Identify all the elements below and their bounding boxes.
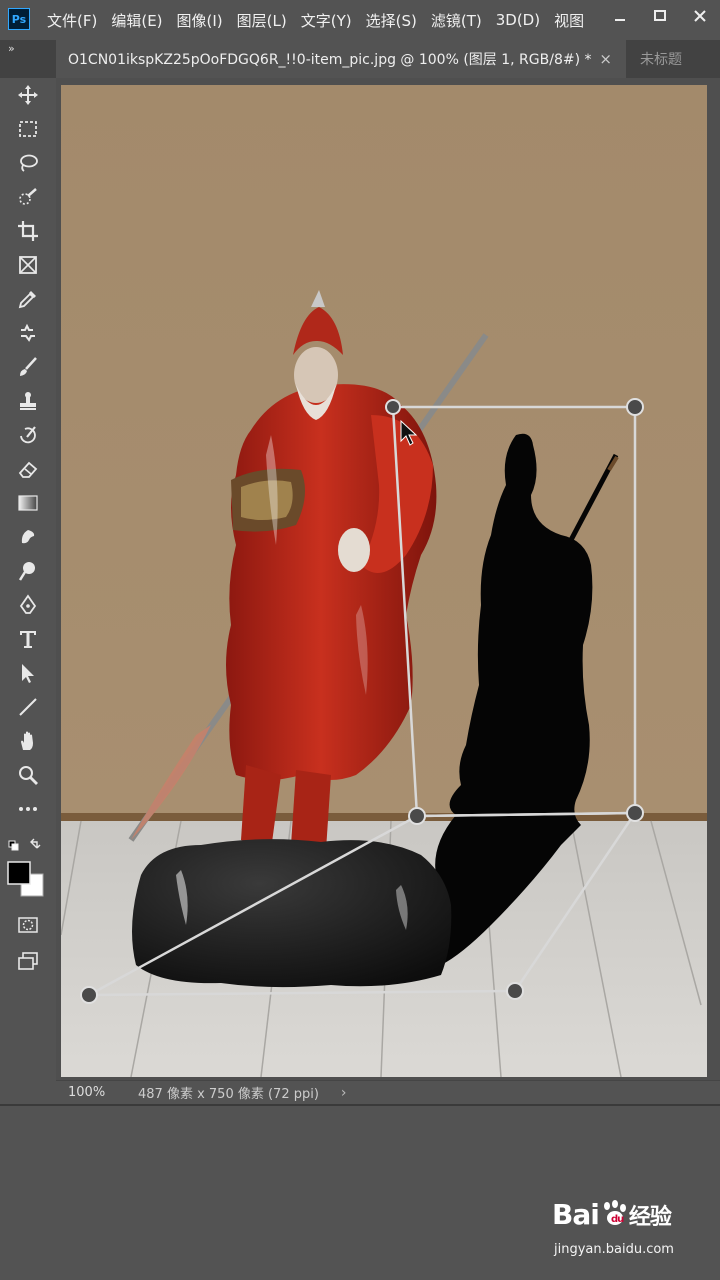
eraser-icon <box>18 461 38 478</box>
menu-filter[interactable]: 滤镜(T) <box>424 10 489 31</box>
menu-bar: Ps 文件(F) 编辑(E) 图像(I) 图层(L) 文字(Y) 选择(S) 滤… <box>0 0 720 40</box>
document-tab-title: O1CN01ikspKZ25pOoFDGQ6R_!!0-item_pic.jpg… <box>68 52 592 68</box>
active-document-tab[interactable]: O1CN01ikspKZ25pOoFDGQ6R_!!0-item_pic.jpg… <box>56 40 626 78</box>
brush-icon <box>20 357 37 376</box>
color-swatches <box>4 838 52 908</box>
ellipsis-icon <box>19 807 37 811</box>
blur-tool[interactable] <box>12 522 44 552</box>
quick-mask-icon <box>18 917 38 933</box>
move-icon <box>18 85 38 105</box>
zoom-icon <box>19 766 38 785</box>
gradient-icon <box>18 495 38 511</box>
healing-tool[interactable] <box>12 318 44 348</box>
baidu-jingyan-watermark: Bai du 经验 jingyan.baidu.com <box>552 1198 712 1268</box>
zoom-level[interactable]: 100% <box>68 1085 130 1100</box>
history-brush-icon <box>20 426 36 444</box>
healing-icon <box>21 323 35 342</box>
status-bar: 100% 487 像素 x 750 像素 (72 ppi) › <box>56 1080 720 1104</box>
watermark-logo: Bai du 经验 <box>552 1198 672 1231</box>
path-select-tool[interactable] <box>12 658 44 688</box>
window-controls <box>600 0 720 32</box>
document-tab-bar: » O1CN01ikspKZ25pOoFDGQ6R_!!0-item_pic.j… <box>0 40 720 78</box>
arrow-icon <box>22 664 34 683</box>
zoom-tool[interactable] <box>12 760 44 790</box>
paw-icon: du <box>603 1200 626 1225</box>
pen-icon <box>19 594 37 614</box>
screen-mode-tool[interactable] <box>12 946 44 976</box>
quick-select-icon <box>19 188 37 205</box>
quick-mask-tool[interactable] <box>12 910 44 940</box>
photoshop-logo: Ps <box>8 8 30 30</box>
brush-tool[interactable] <box>12 352 44 382</box>
hand-tool[interactable] <box>12 726 44 756</box>
type-icon <box>20 631 36 648</box>
watermark-url: jingyan.baidu.com <box>554 1242 674 1257</box>
crop-icon <box>18 221 38 241</box>
menu-file[interactable]: 文件(F) <box>40 10 104 31</box>
menu-3d[interactable]: 3D(D) <box>489 11 547 29</box>
stamp-tool[interactable] <box>12 386 44 416</box>
document-info: 487 像素 x 750 像素 (72 ppi) <box>138 1087 319 1102</box>
menu-layer[interactable]: 图层(L) <box>230 10 294 31</box>
menu-select[interactable]: 选择(S) <box>359 10 424 31</box>
pen-tool[interactable] <box>12 590 44 620</box>
transform-handle[interactable] <box>626 804 644 822</box>
canvas-image[interactable] <box>61 85 707 1077</box>
marquee-icon <box>19 121 37 137</box>
eyedropper-icon <box>18 291 36 309</box>
gradient-tool[interactable] <box>12 488 44 518</box>
more-tools[interactable] <box>12 794 44 824</box>
menu-type[interactable]: 文字(Y) <box>294 10 359 31</box>
close-window-button[interactable] <box>680 0 720 32</box>
line-icon <box>19 698 37 716</box>
eyedropper-tool[interactable] <box>12 284 44 314</box>
document-canvas[interactable] <box>61 85 707 1077</box>
smudge-icon <box>21 530 35 544</box>
stamp-icon <box>20 392 36 410</box>
menu-image[interactable]: 图像(I) <box>170 10 230 31</box>
lasso-icon <box>20 154 38 172</box>
maximize-button[interactable] <box>640 0 680 32</box>
hand-icon <box>21 731 33 750</box>
photoshop-window: Ps 文件(F) 编辑(E) 图像(I) 图层(L) 文字(Y) 选择(S) 滤… <box>0 0 720 1280</box>
menu-view[interactable]: 视图 <box>547 10 591 31</box>
eraser-tool[interactable] <box>12 454 44 484</box>
transform-handle[interactable] <box>80 986 98 1004</box>
transform-handle[interactable] <box>385 399 401 415</box>
panel-collapse-toggle[interactable]: » <box>8 42 15 55</box>
move-tool[interactable] <box>12 80 44 110</box>
tools-panel <box>0 78 56 1080</box>
watermark-logo-cn: 经验 <box>628 1205 672 1230</box>
screen-mode-icon <box>18 952 38 970</box>
inactive-document-tab[interactable]: 未标题 <box>628 40 720 78</box>
menu-edit[interactable]: 编辑(E) <box>104 10 169 31</box>
crop-tool[interactable] <box>12 216 44 246</box>
status-menu-arrow[interactable]: › <box>341 1085 347 1101</box>
lasso-tool[interactable] <box>12 148 44 178</box>
quick-select-tool[interactable] <box>12 182 44 212</box>
frame-tool[interactable] <box>12 250 44 280</box>
dodge-tool[interactable] <box>12 556 44 586</box>
svg-text:du: du <box>611 1214 624 1225</box>
close-icon <box>694 10 706 22</box>
frame-icon <box>19 256 37 274</box>
line-tool[interactable] <box>12 692 44 722</box>
dodge-icon <box>18 562 35 581</box>
type-tool[interactable] <box>12 624 44 654</box>
transform-handle[interactable] <box>506 982 524 1000</box>
maximize-icon <box>654 10 666 21</box>
history-brush-tool[interactable] <box>12 420 44 450</box>
swap-colors-icon[interactable] <box>30 838 41 849</box>
watermark-logo-text: Bai <box>552 1198 600 1231</box>
transform-handle[interactable] <box>408 807 426 825</box>
minimize-icon <box>615 19 625 21</box>
tab-close-button[interactable]: × <box>599 50 612 68</box>
default-colors-icon[interactable] <box>8 840 19 851</box>
foreground-color-swatch[interactable] <box>7 861 31 885</box>
marquee-tool[interactable] <box>12 114 44 144</box>
transform-handle[interactable] <box>626 398 644 416</box>
minimize-button[interactable] <box>600 0 640 32</box>
menu-items: 文件(F) 编辑(E) 图像(I) 图层(L) 文字(Y) 选择(S) 滤镜(T… <box>40 0 591 40</box>
